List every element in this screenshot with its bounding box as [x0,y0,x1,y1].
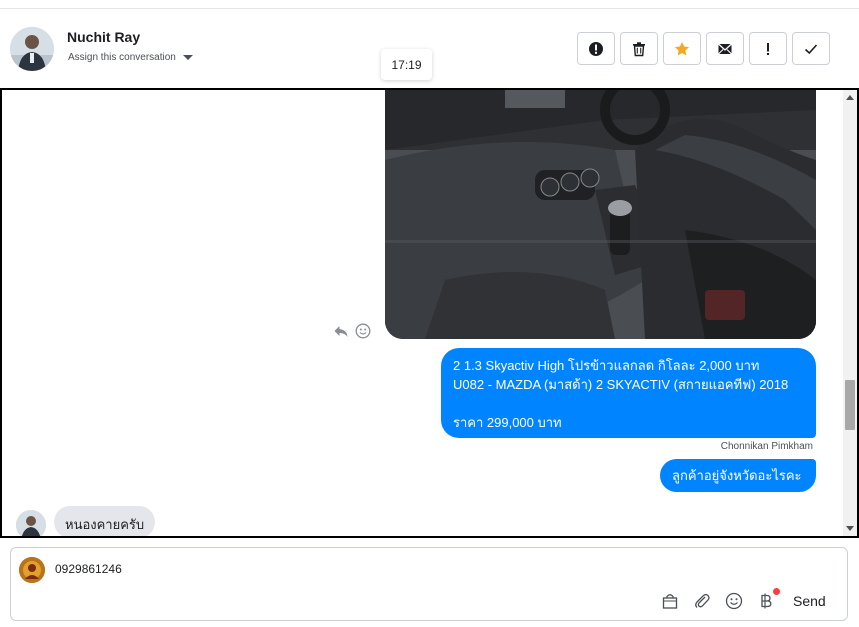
caret-down-icon [182,55,193,60]
emoji-button[interactable] [725,592,743,610]
contact-avatar-small [16,510,46,536]
conversation-actions [577,32,830,65]
envelope-icon [718,43,732,54]
timestamp-tooltip: 17:19 [381,49,432,80]
conversation-header: Nuchit Ray Assign this conversation 17:1… [0,9,859,89]
listing-spacer [453,394,804,413]
attach-button[interactable] [693,592,711,610]
send-button[interactable]: Send [793,593,826,609]
page-avatar [19,557,45,583]
paperclip-icon [695,593,710,608]
trash-icon [633,41,645,56]
avatar[interactable] [10,27,54,71]
checkmark-icon [804,43,818,54]
thread-scrollbar[interactable] [843,90,857,536]
message-tools [333,323,371,339]
listing-line-2: U082 - MAZDA (มาสด้า) 2 SKYACTIV (สกายแอ… [453,377,789,392]
alert-circle-icon [589,41,603,56]
assign-label: Assign this conversation [68,52,176,63]
follow-up-button[interactable] [749,32,787,65]
delete-button[interactable] [620,32,658,65]
assign-conversation-dropdown[interactable]: Assign this conversation [68,52,193,63]
spam-button[interactable] [577,32,615,65]
payment-button[interactable] [757,588,780,610]
contact-name[interactable]: Nuchit Ray [67,29,140,45]
star-button[interactable] [663,32,701,65]
outgoing-question-message[interactable]: ลูกค้าอยู่จังหวัดอะไรคะ [660,459,816,492]
car-interior-photo[interactable] [385,90,816,339]
notification-dot [773,588,780,595]
exclamation-icon [767,42,769,55]
mark-unread-button[interactable] [706,32,744,65]
listing-price: ราคา 299,000 บาท [453,415,562,430]
composer-tools: Send [661,588,826,610]
scrollbar-thumb[interactable] [845,380,855,430]
reply-icon[interactable] [333,323,349,339]
smiley-icon [725,592,743,610]
reaction-smiley-icon[interactable] [355,323,371,339]
message-composer: Send [10,547,848,621]
scroll-down-arrow-icon[interactable] [846,526,854,531]
listing-line-1: 2 1.3 Skyactiv High โปรข้าวแลกลด กิโลละ … [453,358,760,373]
incoming-reply-message[interactable]: หนองคายครับ [54,506,156,536]
done-button[interactable] [792,32,830,65]
sender-name: Chonnikan Pimkham [720,441,813,452]
shopping-bag-icon [662,594,678,609]
star-icon [675,41,689,55]
shop-button[interactable] [661,592,679,610]
message-thread[interactable]: 2 1.3 Skyactiv High โปรข้าวแลกลด กิโลละ … [0,88,859,538]
scroll-up-arrow-icon[interactable] [846,95,854,100]
baht-icon [761,593,772,609]
outgoing-listing-message[interactable]: 2 1.3 Skyactiv High โปรข้าวแลกลด กิโลละ … [441,348,816,438]
message-input[interactable] [55,562,655,576]
